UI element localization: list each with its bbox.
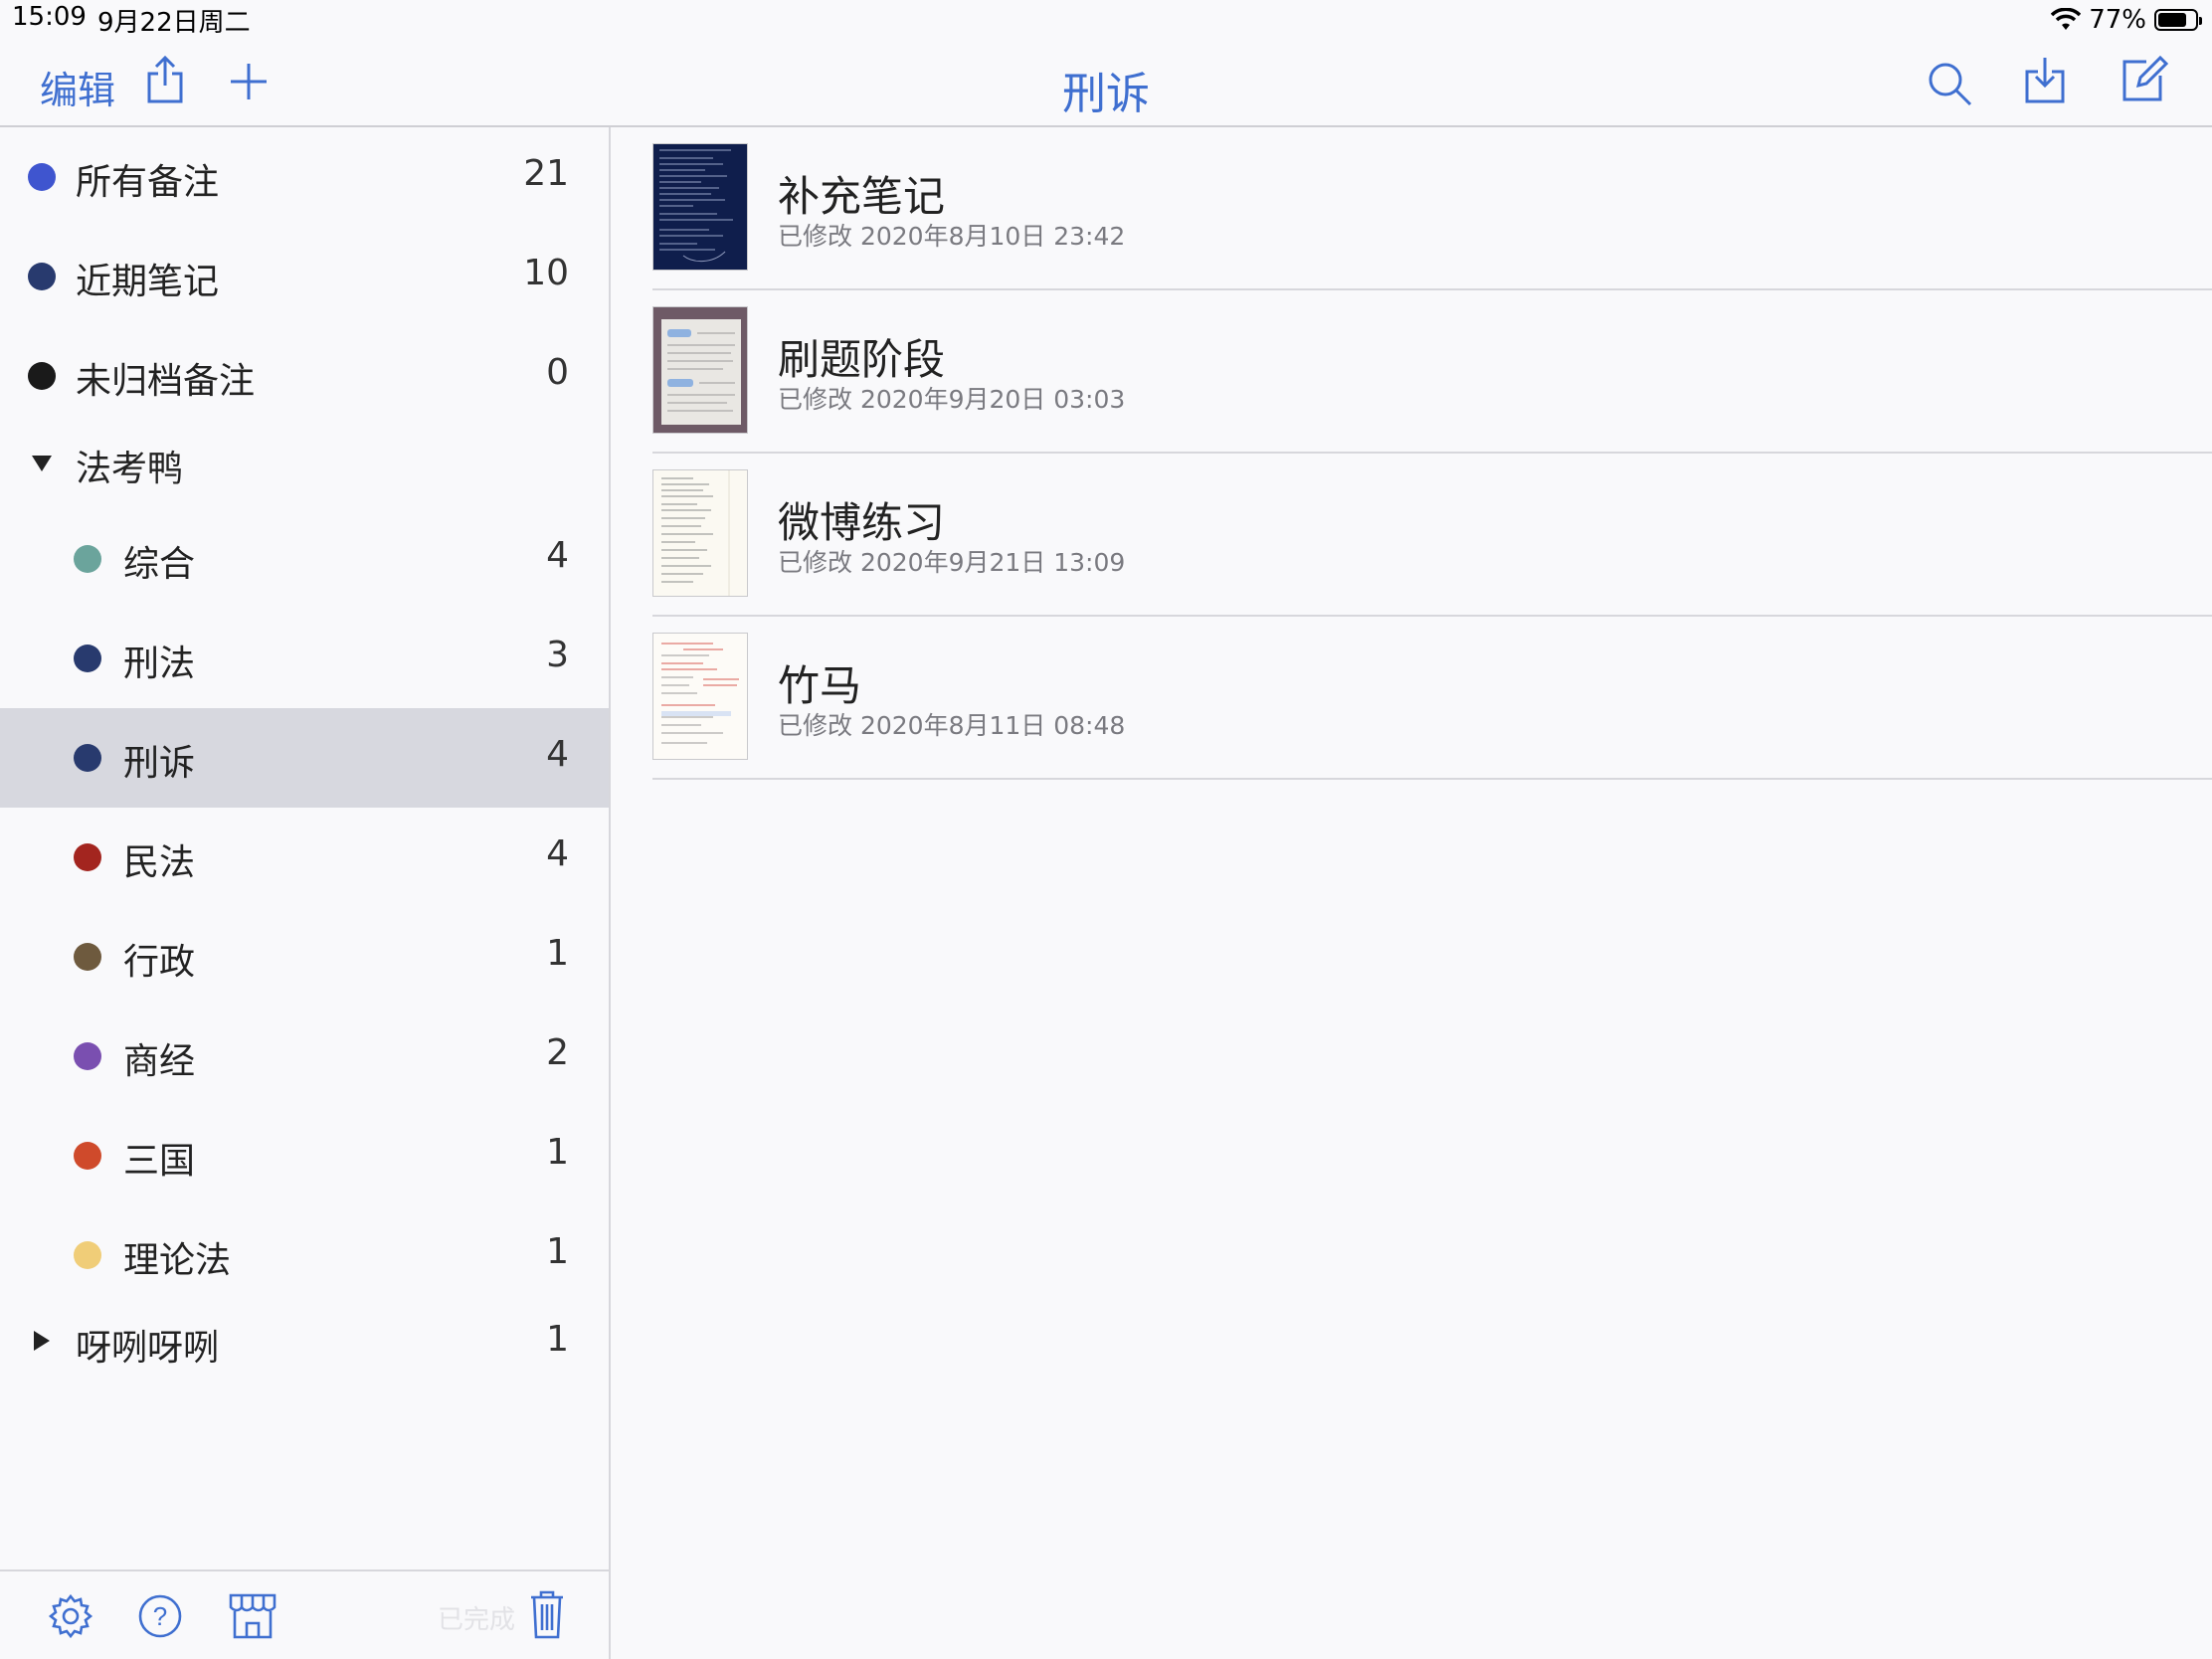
color-dot (28, 263, 56, 290)
store-icon[interactable] (227, 1591, 278, 1641)
sidebar-item-count: 3 (546, 635, 569, 675)
trash-icon[interactable] (529, 1589, 565, 1641)
note-item[interactable]: 竹马 已修改 2020年8月11日 08:48 (652, 617, 2212, 780)
color-dot (74, 1042, 101, 1070)
svg-text:?: ? (153, 1601, 167, 1631)
note-thumbnail (652, 469, 748, 597)
sidebar-item-label: 行政 (123, 942, 196, 983)
sidebar-group-label: 呀咧呀咧 (76, 1328, 220, 1369)
sidebar-item-count: 4 (546, 535, 569, 576)
status-time: 15:09 (12, 2, 87, 32)
sidebar-item-label: 综合 (123, 544, 196, 585)
settings-gear-icon[interactable] (48, 1593, 93, 1639)
sidebar-group-yaleyale[interactable]: 呀咧呀咧 1 (0, 1297, 609, 1388)
import-icon[interactable] (2023, 54, 2067, 105)
note-title: 竹马 (778, 661, 862, 710)
sidebar-item-count: 1 (546, 1231, 569, 1272)
search-icon[interactable] (1926, 60, 1973, 107)
navigation-bar: 编辑 刑诉 (0, 40, 2212, 127)
sidebar-item-recent[interactable]: 近期笔记 10 (0, 227, 609, 326)
color-dot (74, 645, 101, 672)
sidebar-item-xingsu[interactable]: 刑诉 4 (0, 708, 609, 808)
disclosure-collapsed-icon[interactable] (34, 1331, 50, 1351)
sidebar-item-xingzheng[interactable]: 行政 1 (0, 907, 609, 1007)
sidebar-toolbar: ? 已完成 (0, 1569, 609, 1659)
note-thumbnail (652, 633, 748, 760)
sidebar-item-label: 民法 (123, 842, 196, 883)
sidebar-item-zonghe[interactable]: 综合 4 (0, 509, 609, 609)
sidebar-item-count: 0 (546, 352, 569, 393)
sidebar-item-minfa[interactable]: 民法 4 (0, 808, 609, 907)
sidebar-group-fakaoya[interactable]: 法考鸭 (0, 418, 609, 509)
sidebar-item-count: 4 (546, 833, 569, 874)
color-dot (28, 163, 56, 191)
note-thumbnail (652, 143, 748, 271)
disclosure-expanded-icon[interactable] (32, 456, 52, 471)
sidebar-item-count: 1 (546, 1132, 569, 1173)
sidebar-item-label: 三国 (123, 1141, 196, 1182)
note-title: 微博练习 (778, 498, 946, 547)
sidebar: 所有备注 21 近期笔记 10 未归档备注 0 法考鸭 综合 4 刑法 3 刑诉… (0, 127, 611, 1659)
sidebar-item-label: 近期笔记 (76, 262, 220, 302)
sidebar-item-label: 商经 (123, 1041, 196, 1082)
note-modified-date: 已修改 2020年8月10日 23:42 (778, 222, 1126, 251)
color-dot (74, 943, 101, 971)
battery-icon (2154, 9, 2202, 31)
sidebar-item-all-notes[interactable]: 所有备注 21 (0, 127, 609, 227)
sidebar-item-label: 刑法 (123, 644, 196, 684)
color-dot (74, 545, 101, 573)
sidebar-item-sanguo[interactable]: 三国 1 (0, 1106, 609, 1205)
page-title: 刑诉 (1062, 69, 1150, 119)
sidebar-item-xingfa[interactable]: 刑法 3 (0, 609, 609, 708)
help-icon[interactable]: ? (137, 1593, 183, 1639)
sidebar-item-count: 1 (546, 933, 569, 974)
sidebar-item-label: 未归档备注 (76, 361, 256, 402)
done-label: 已完成 (438, 1605, 516, 1635)
battery-percent: 77% (2089, 5, 2146, 35)
sidebar-item-label: 理论法 (123, 1240, 232, 1281)
color-dot (74, 843, 101, 871)
color-dot (74, 744, 101, 772)
note-modified-date: 已修改 2020年8月11日 08:48 (778, 711, 1126, 740)
note-title: 补充笔记 (778, 172, 946, 221)
sidebar-item-lilunfa[interactable]: 理论法 1 (0, 1205, 609, 1305)
note-title: 刷题阶段 (778, 335, 946, 384)
note-item[interactable]: 微博练习 已修改 2020年9月21日 13:09 (652, 454, 2212, 617)
sidebar-group-label: 法考鸭 (76, 449, 184, 489)
note-thumbnail (652, 306, 748, 434)
sidebar-item-count: 21 (523, 153, 569, 194)
note-item[interactable]: 补充笔记 已修改 2020年8月10日 23:42 (652, 127, 2212, 290)
note-item[interactable]: 刷题阶段 已修改 2020年9月20日 03:03 (652, 290, 2212, 454)
color-dot (74, 1241, 101, 1269)
sidebar-item-count: 4 (546, 734, 569, 775)
sidebar-item-count: 2 (546, 1032, 569, 1073)
sidebar-item-label: 刑诉 (123, 743, 196, 784)
compose-icon[interactable] (2120, 54, 2168, 103)
note-modified-date: 已修改 2020年9月21日 13:09 (778, 548, 1126, 577)
sidebar-item-count: 10 (523, 253, 569, 293)
status-date: 9月22日周二 (97, 8, 251, 38)
note-modified-date: 已修改 2020年9月20日 03:03 (778, 385, 1126, 414)
wifi-icon (2051, 8, 2082, 30)
sidebar-item-unfiled[interactable]: 未归档备注 0 (0, 326, 609, 426)
color-dot (28, 362, 56, 390)
sidebar-item-label: 所有备注 (76, 162, 220, 203)
sidebar-item-count: 1 (546, 1319, 569, 1360)
sidebar-item-shangjing[interactable]: 商经 2 (0, 1007, 609, 1106)
status-indicators: 77% (2051, 2, 2202, 38)
color-dot (74, 1142, 101, 1170)
